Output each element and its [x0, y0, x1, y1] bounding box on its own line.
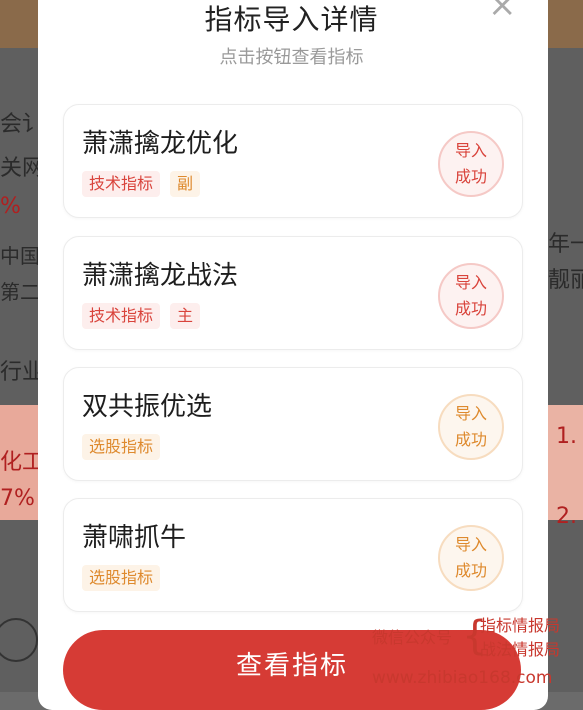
background-text: % [0, 194, 21, 219]
indicator-name: 萧潇擒龙战法 [82, 261, 239, 291]
indicator-card[interactable]: 萧潇擒龙战法 技术指标 主 导入 成功 [63, 236, 523, 350]
watermark-line: 指标情报局 [480, 616, 561, 635]
import-status-badge: 导入 成功 [438, 263, 504, 329]
indicator-position-tag: 副 [170, 171, 201, 197]
close-icon[interactable]: × [488, 0, 517, 22]
status-text: 成功 [454, 167, 487, 186]
watermark-line: 战法情报局 [480, 640, 561, 659]
status-text: 成功 [454, 430, 487, 449]
indicator-type-tag: 技术指标 [82, 303, 161, 329]
status-text: 成功 [454, 561, 487, 580]
indicator-card[interactable]: 双共振优选 选股指标 导入 成功 [63, 367, 523, 481]
background-text: 第二 [0, 280, 40, 304]
indicator-type-tag: 选股指标 [82, 565, 161, 591]
background-text: 年一 [548, 232, 583, 257]
dialog-subtitle: 点击按钮查看指标 [219, 47, 364, 68]
indicator-name: 萧潇擒龙优化 [82, 129, 239, 159]
indicator-name: 双共振优选 [82, 392, 213, 422]
status-text: 导入 [454, 535, 487, 554]
indicator-card[interactable]: 萧啸抓牛 选股指标 导入 成功 [63, 498, 523, 612]
status-text: 导入 [454, 404, 487, 423]
background-text: 靓丽 [548, 268, 583, 293]
background-text: 7% [0, 486, 35, 511]
background-highlight-right [543, 405, 583, 520]
status-text: 成功 [454, 299, 487, 318]
indicator-name: 萧啸抓牛 [82, 523, 187, 553]
indicator-type-tag: 技术指标 [82, 171, 161, 197]
import-status-badge: 导入 成功 [438, 394, 504, 460]
indicator-position-tag: 主 [170, 303, 201, 329]
indicator-card[interactable]: 萧潇擒龙优化 技术指标 副 导入 成功 [63, 104, 523, 218]
background-right-panel [543, 48, 583, 692]
watermark-url: www.zhibiao168.com [372, 668, 553, 688]
status-text: 导入 [454, 273, 487, 292]
import-status-badge: 导入 成功 [438, 131, 504, 197]
indicator-type-tag: 选股指标 [82, 434, 161, 460]
background-text: 1. [556, 424, 577, 449]
status-text: 导入 [454, 141, 487, 160]
background-text: 中国 [0, 244, 40, 268]
watermark-label: 微信公众号 [372, 628, 453, 647]
background-text: 2. [556, 504, 577, 529]
import-status-badge: 导入 成功 [438, 525, 504, 591]
